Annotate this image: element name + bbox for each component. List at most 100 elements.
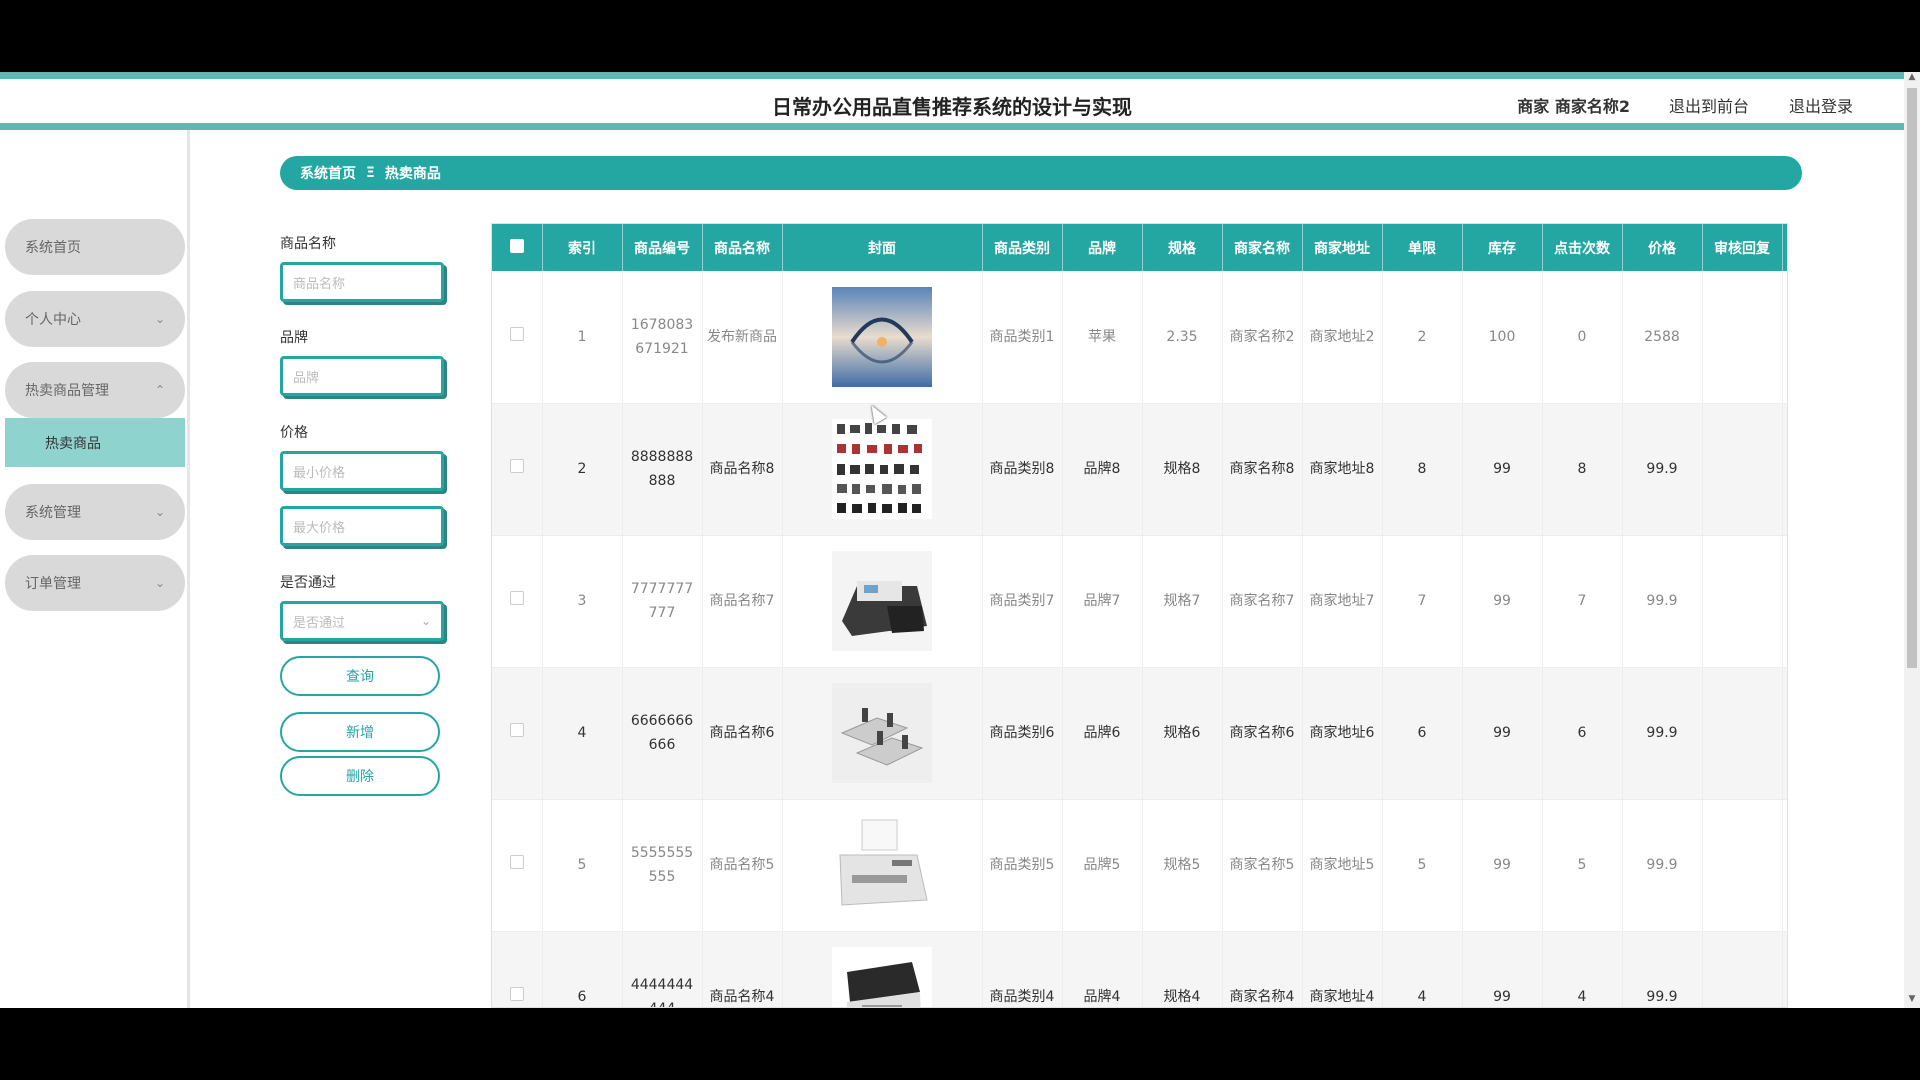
cell-clicks: 0 [1542, 271, 1623, 404]
column-header[interactable]: 商家地址 [1302, 224, 1383, 271]
delete-button[interactable]: 删除 [280, 756, 440, 796]
money-counter-photo [832, 551, 932, 651]
scroll-up-icon[interactable]: ▲ [1904, 72, 1920, 86]
column-header[interactable]: 库存 [1462, 224, 1543, 271]
cell-stock: 99 [1462, 799, 1543, 932]
cell-spec: 规格7 [1142, 535, 1223, 668]
cell-index: 6 [542, 931, 623, 1007]
logout-link[interactable]: 退出登录 [1789, 93, 1853, 117]
page-scrollbar[interactable]: ▲ ▼ [1904, 72, 1920, 1008]
printer-photo [832, 815, 932, 915]
name-filter-input[interactable]: 商品名称 [280, 262, 444, 302]
row-checkbox[interactable] [492, 535, 543, 668]
column-header[interactable]: 单限 [1382, 224, 1463, 271]
row-checkbox[interactable] [492, 403, 543, 536]
cell-brand: 品牌4 [1062, 931, 1143, 1007]
cell-index: 3 [542, 535, 623, 668]
cell-merchant: 商家名称4 [1222, 931, 1303, 1007]
column-header[interactable]: 封面 [782, 224, 983, 271]
column-header[interactable]: 品牌 [1062, 224, 1143, 271]
column-header[interactable]: 价格 [1622, 224, 1703, 271]
cell-category: 商品类别8 [982, 403, 1063, 536]
breadcrumb-home[interactable]: 系统首页 [300, 163, 356, 183]
sidebar-item-hot-goods-mgmt[interactable]: 热卖商品管理 ⌃ [5, 362, 185, 418]
top-accent-bar [0, 72, 1904, 79]
cell-name: 商品名称7 [702, 535, 783, 668]
breadcrumb: 系统首页 Ξ 热卖商品 [280, 156, 1802, 190]
cell-stock: 99 [1462, 667, 1543, 800]
cell-code: 1678083671921 [622, 271, 703, 404]
pass-select-placeholder: 是否通过 [293, 615, 346, 631]
cell-status: 通过 [1782, 799, 1787, 932]
cell-cover [782, 931, 983, 1007]
min-price-input[interactable]: 最小价格 [280, 451, 444, 491]
cell-code: 7777777777 [622, 535, 703, 668]
cell-name: 商品名称4 [702, 931, 783, 1007]
cell-code: 5555555555 [622, 799, 703, 932]
cell-stock: 99 [1462, 931, 1543, 1007]
add-button[interactable]: 新增 [280, 712, 440, 752]
table-row[interactable]: 5 5555555555 商品名称5 商品类别5 品牌5 规格5 商家名称5 商家地址5 5 99… [492, 799, 1787, 932]
office-desks-photo [832, 683, 932, 783]
sidebar-item-orders[interactable]: 订单管理 ⌄ [5, 555, 185, 611]
column-header[interactable]: 商品名称 [702, 224, 783, 271]
column-header[interactable]: 规格 [1142, 224, 1223, 271]
cell-price: 99.9 [1622, 931, 1703, 1007]
max-price-input[interactable]: 最大价格 [280, 506, 444, 546]
scrollbar-thumb[interactable] [1907, 88, 1917, 668]
table-row[interactable]: 2 8888888888 商品名称8 商品类别8 品牌8 规格8 商家名称8 商家地址8 8 99… [492, 403, 1787, 536]
row-checkbox[interactable] [492, 799, 543, 932]
cell-spec: 规格4 [1142, 931, 1223, 1007]
cell-clicks: 4 [1542, 931, 1623, 1007]
query-button[interactable]: 查询 [280, 656, 440, 696]
table-row[interactable]: 3 7777777777 商品名称7 商品类别7 品牌7 规格7 商家名称7 商家地址7 7 99… [492, 535, 1787, 668]
cell-code: 4444444444 [622, 931, 703, 1007]
table-row[interactable]: 1 1678083671921 发布新商品 商品类别1 苹果 2.35 商家名称2 商家地址2… [492, 271, 1787, 404]
table-row[interactable]: 4 6666666666 商品名称6 商品类别6 品牌6 规格6 商家名称6 商家地址6 6 99… [492, 667, 1787, 800]
select-all-checkbox[interactable] [492, 224, 543, 271]
cell-index: 1 [542, 271, 623, 404]
current-user: 商家 商家名称2 [1517, 97, 1630, 116]
cell-category: 商品类别5 [982, 799, 1063, 932]
back-to-front-link[interactable]: 退出到前台 [1669, 93, 1749, 117]
cell-merchant: 商家名称6 [1222, 667, 1303, 800]
column-header[interactable]: 审核 [1782, 224, 1787, 271]
header: 日常办公用品直售推荐系统的设计与实现 商家 商家名称2 退出到前台 退出登录 [0, 79, 1904, 130]
column-header[interactable]: 点击次数 [1542, 224, 1623, 271]
sidebar-subitem-hot-goods[interactable]: 热卖商品 [5, 418, 185, 467]
sidebar-item-system[interactable]: 系统管理 ⌄ [5, 484, 185, 540]
chevron-down-icon: ⌄ [420, 614, 431, 628]
cell-address: 商家地址6 [1302, 667, 1383, 800]
cell-status: 待审 [1782, 271, 1787, 404]
column-header[interactable]: 索引 [542, 224, 623, 271]
sidebar-item-label: 系统管理 [25, 505, 81, 521]
column-header[interactable]: 商家名称 [1222, 224, 1303, 271]
cell-name: 发布新商品 [702, 271, 783, 404]
cell-clicks: 6 [1542, 667, 1623, 800]
column-header[interactable]: 商品类别 [982, 224, 1063, 271]
cell-limit: 8 [1382, 403, 1463, 536]
column-header[interactable]: 商品编号 [622, 224, 703, 271]
cell-brand: 品牌6 [1062, 667, 1143, 800]
cell-status: 通过 [1782, 403, 1787, 536]
breadcrumb-current: 热卖商品 [384, 166, 441, 182]
bridge-photo [832, 286, 932, 387]
cell-spec: 2.35 [1142, 271, 1223, 404]
pass-filter-select[interactable]: 是否通过 ⌄ [280, 601, 444, 641]
cell-reply [1702, 931, 1783, 1007]
row-checkbox[interactable] [492, 667, 543, 800]
table-row[interactable]: 64444444444商品名称4商品类别4品牌4规格4商家名称4商家地址4499… [492, 931, 1787, 1007]
cell-reply [1702, 403, 1783, 536]
cell-code: 6666666666 [622, 667, 703, 800]
row-checkbox[interactable] [492, 931, 543, 1007]
sidebar-item-label: 个人中心 [25, 312, 81, 328]
sidebar-item-personal[interactable]: 个人中心 ⌄ [5, 291, 185, 347]
column-header[interactable]: 审核回复 [1702, 224, 1783, 271]
cell-category: 商品类别1 [982, 271, 1063, 404]
scroll-down-icon[interactable]: ▼ [1904, 994, 1920, 1008]
cell-price: 99.9 [1622, 799, 1703, 932]
brand-filter-input[interactable]: 品牌 [280, 356, 444, 396]
sidebar-item-home[interactable]: 系统首页 [5, 219, 185, 275]
row-checkbox[interactable] [492, 271, 543, 404]
cell-price: 99.9 [1622, 535, 1703, 668]
